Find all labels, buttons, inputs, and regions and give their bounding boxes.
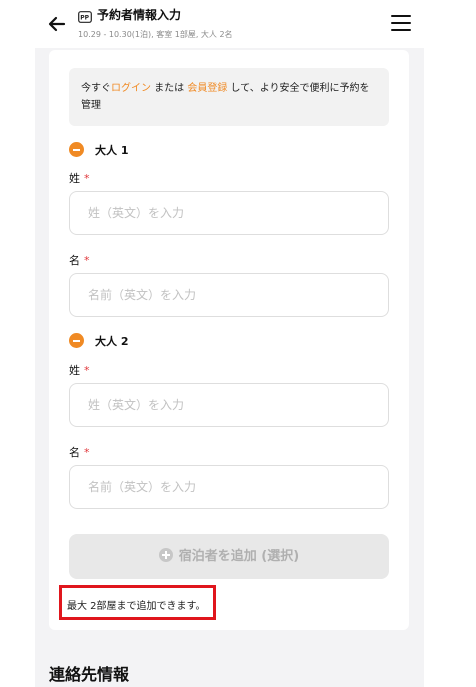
- add-guest-button[interactable]: 宿泊者を追加 (選択): [69, 534, 389, 579]
- adult-1-last-name-label: 姓 *: [69, 170, 90, 186]
- last-name-label-text: 姓: [69, 172, 80, 185]
- adult-2-label: 大人 2: [95, 335, 129, 348]
- add-guest-label: 宿泊者を追加 (選択): [178, 549, 300, 564]
- contact-section-title: 連絡先情報: [49, 665, 130, 684]
- required-mark: *: [84, 364, 90, 377]
- adult-1-last-name-input[interactable]: 姓（英文）を入力: [69, 191, 389, 235]
- menu-button[interactable]: [391, 14, 411, 32]
- adult-1-label: 大人 1: [95, 144, 129, 157]
- adult-2-first-name-input[interactable]: 名前（英文）を入力: [69, 465, 389, 509]
- minus-circle-icon[interactable]: [69, 142, 84, 157]
- adult-2-first-name-label: 名 *: [69, 444, 90, 460]
- svg-text:PP: PP: [80, 15, 89, 22]
- passport-icon: PP: [78, 8, 92, 23]
- login-notice: 今すぐログイン または 会員登録 して、より安全で便利に予約を管理: [69, 68, 389, 126]
- back-button[interactable]: [47, 14, 67, 34]
- adult-1-first-name-input[interactable]: 名前（英文）を入力: [69, 273, 389, 317]
- last-name-label-text: 姓: [69, 364, 80, 377]
- notice-prefix: 今すぐ: [81, 83, 111, 94]
- guest-info-card: 今すぐログイン または 会員登録 して、より安全で便利に予約を管理 大人 1 姓…: [49, 50, 409, 630]
- adult-1-first-name-label: 名 *: [69, 252, 90, 268]
- trip-summary: 10.29 - 10.30(1泊), 客室 1部屋, 大人 2名: [78, 30, 233, 39]
- hamburger-menu-icon: [391, 15, 411, 31]
- app-container: PP 予約者情報入力 10.29 - 10.30(1泊), 客室 1部屋, 大人…: [35, 0, 424, 687]
- header-bar: PP 予約者情報入力 10.29 - 10.30(1泊), 客室 1部屋, 大人…: [35, 0, 424, 48]
- plus-circle-icon: [158, 548, 173, 562]
- first-name-label-text: 名: [69, 446, 80, 459]
- highlight-annotation: [59, 585, 216, 620]
- first-name-label-text: 名: [69, 254, 80, 267]
- login-link[interactable]: ログイン: [111, 83, 151, 94]
- notice-middle: または: [151, 83, 188, 94]
- arrow-left-icon: [48, 16, 66, 32]
- required-mark: *: [84, 254, 90, 267]
- adult-2-last-name-input[interactable]: 姓（英文）を入力: [69, 383, 389, 427]
- minus-circle-icon[interactable]: [69, 333, 84, 348]
- adult-2-last-name-label: 姓 *: [69, 362, 90, 378]
- required-mark: *: [84, 172, 90, 185]
- page-title: 予約者情報入力: [97, 8, 182, 22]
- required-mark: *: [84, 446, 90, 459]
- register-link[interactable]: 会員登録: [187, 83, 227, 94]
